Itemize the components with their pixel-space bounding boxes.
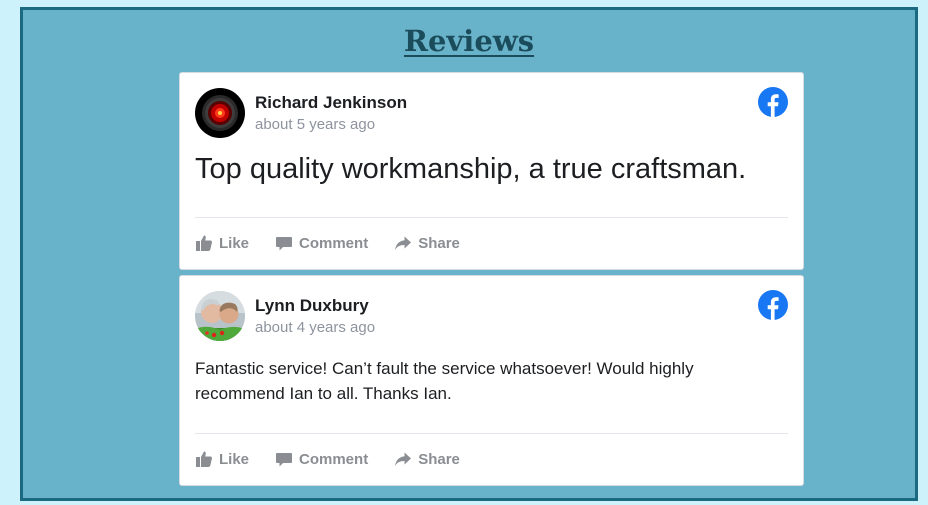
review-text: Top quality workmanship, a true craftsma… xyxy=(195,153,747,185)
share-label: Share xyxy=(418,234,460,252)
review-timestamp[interactable]: about 5 years ago xyxy=(255,116,375,133)
review-card: Richard Jenkinson about 5 years ago Top … xyxy=(179,72,804,270)
thumbs-up-icon xyxy=(195,234,213,252)
facebook-icon[interactable] xyxy=(758,290,788,320)
review-actions: Like Comment Share xyxy=(195,433,788,484)
share-label: Share xyxy=(418,450,460,468)
review-text: Fantastic service! Can’t fault the servi… xyxy=(195,359,694,403)
like-label: Like xyxy=(219,234,250,252)
avatar[interactable] xyxy=(195,88,245,138)
review-timestamp[interactable]: about 4 years ago xyxy=(255,319,375,336)
avatar[interactable] xyxy=(195,291,245,341)
comment-label: Comment xyxy=(299,234,369,252)
comment-button[interactable]: Comment xyxy=(275,234,368,252)
share-arrow-icon xyxy=(394,234,412,252)
share-button[interactable]: Share xyxy=(394,450,460,468)
reviews-section: Reviews Richard Jenkinson about 5 years … xyxy=(20,7,918,501)
review-card: Lynn Duxbury about 4 years ago Fantastic… xyxy=(179,275,804,486)
comment-label: Comment xyxy=(299,450,369,468)
facebook-icon[interactable] xyxy=(758,87,788,117)
like-button[interactable]: Like xyxy=(195,450,249,468)
reviewer-name[interactable]: Richard Jenkinson xyxy=(255,93,407,113)
comment-button[interactable]: Comment xyxy=(275,450,368,468)
section-title: Reviews xyxy=(403,24,535,58)
comment-icon xyxy=(275,450,293,468)
share-arrow-icon xyxy=(394,450,412,468)
share-button[interactable]: Share xyxy=(394,234,460,252)
thumbs-up-icon xyxy=(195,450,213,468)
reviewer-name[interactable]: Lynn Duxbury xyxy=(255,296,369,316)
review-actions: Like Comment Share xyxy=(195,217,788,268)
like-label: Like xyxy=(219,450,250,468)
like-button[interactable]: Like xyxy=(195,234,249,252)
comment-icon xyxy=(275,234,293,252)
